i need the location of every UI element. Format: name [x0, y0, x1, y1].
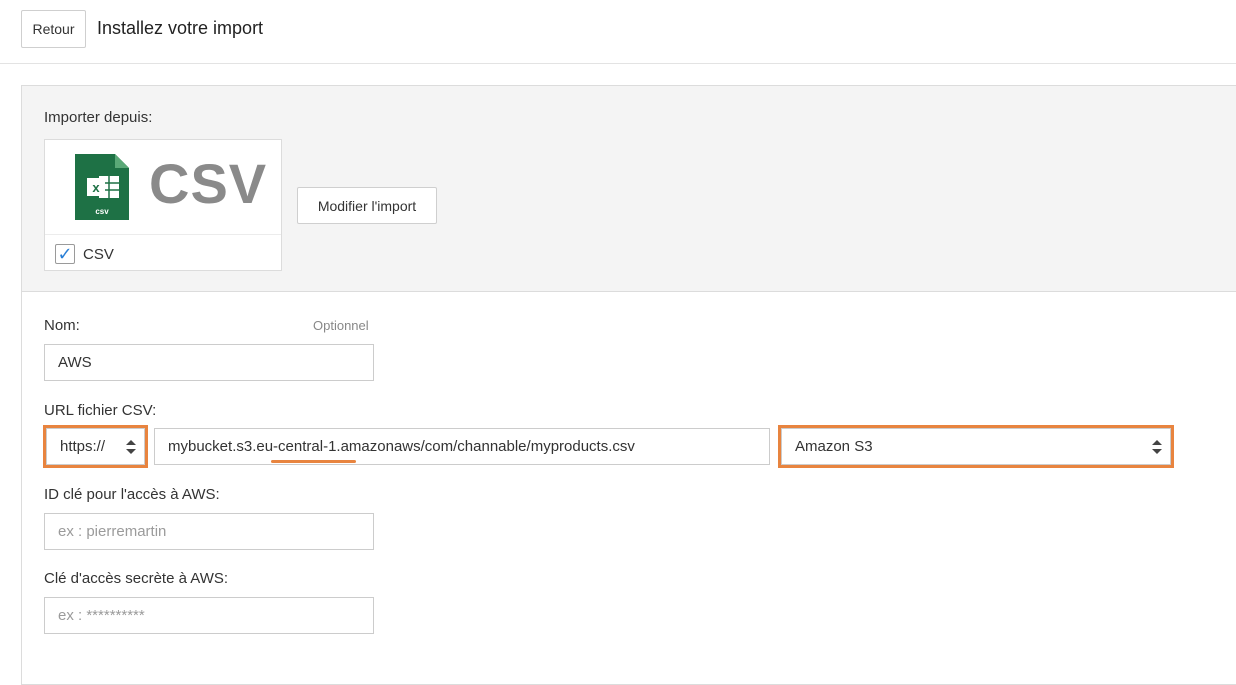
- csv-source-card[interactable]: x csv CSV ✓ CSV: [44, 139, 282, 271]
- name-input[interactable]: AWS: [44, 344, 374, 381]
- aws-secret-label: Clé d'accès secrète à AWS:: [44, 570, 229, 587]
- excel-icon-caption: csv: [95, 207, 109, 216]
- url-region-underline: [271, 460, 356, 463]
- csv-checkbox[interactable]: ✓: [55, 244, 75, 264]
- import-source-label: Importer depuis:: [44, 109, 153, 126]
- csv-logo: x csv CSV: [45, 140, 281, 235]
- select-arrows-icon: [126, 439, 136, 454]
- protocol-select-value: https://: [60, 438, 106, 455]
- modify-import-button[interactable]: Modifier l'import: [297, 187, 437, 224]
- csv-url-value: mybucket.s3.eu-central-1.amazonaws/com/c…: [168, 438, 635, 455]
- csv-checkbox-label: CSV: [83, 246, 114, 263]
- aws-secret-placeholder: ex : **********: [58, 607, 145, 624]
- checkmark-icon: ✓: [57, 244, 73, 264]
- name-input-value: AWS: [58, 354, 92, 371]
- csv-logo-text: CSV: [149, 152, 268, 215]
- csv-url-input[interactable]: mybucket.s3.eu-central-1.amazonaws/com/c…: [154, 428, 770, 465]
- aws-key-id-placeholder: ex : pierremartin: [58, 523, 167, 540]
- storage-type-select-value: Amazon S3: [795, 438, 873, 455]
- aws-key-id-input[interactable]: ex : pierremartin: [44, 513, 374, 550]
- csv-url-label: URL fichier CSV:: [44, 402, 157, 419]
- excel-file-icon: x csv: [75, 154, 129, 220]
- page-title: Installez votre import: [97, 18, 264, 38]
- back-button[interactable]: Retour: [21, 10, 86, 48]
- storage-type-select[interactable]: Amazon S3: [778, 425, 1174, 468]
- select-arrows-icon: [1152, 439, 1162, 454]
- import-source-section: Importer depuis: x csv CSV ✓ CSV Modifie…: [22, 86, 1236, 292]
- excel-icon-letter: x: [92, 180, 100, 195]
- optional-hint: Optionnel: [313, 318, 369, 333]
- name-label: Nom:: [44, 317, 80, 334]
- import-setup-panel: Importer depuis: x csv CSV ✓ CSV Modifie…: [21, 85, 1236, 685]
- aws-secret-input[interactable]: ex : **********: [44, 597, 374, 634]
- aws-key-id-label: ID clé pour l'accès à AWS:: [44, 486, 220, 503]
- page-header: Retour Installez votre import: [0, 0, 1236, 64]
- protocol-select[interactable]: https://: [43, 425, 148, 468]
